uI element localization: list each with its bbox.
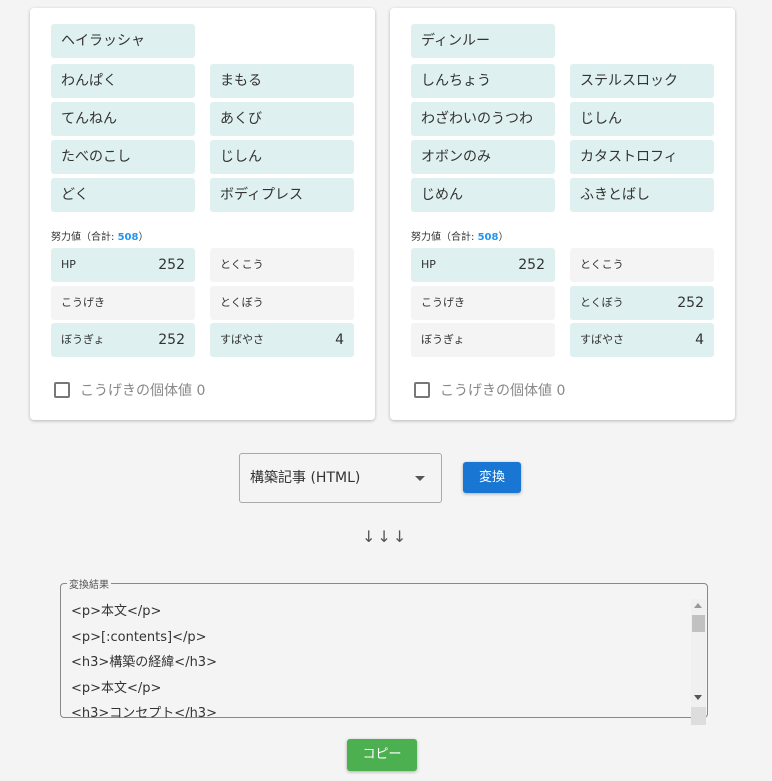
ev-stat-value: 252 xyxy=(677,294,704,311)
pokemon-card: ディンルーしんちょう ステルスロック わざわいのうつわ じしん オボンのみ カタストロフィ… xyxy=(390,8,735,420)
ev-label: 努力値（合計: 508） xyxy=(51,232,149,243)
result-line: <p>[:contents]</p> xyxy=(71,629,207,645)
ev-stat-value: 4 xyxy=(335,332,344,348)
pokemon-name[interactable]: ディンルー xyxy=(411,24,555,58)
ev-stat[interactable]: すばやさ 4 xyxy=(210,323,354,357)
ev-stat-value: 4 xyxy=(695,332,704,348)
checkbox-icon[interactable] xyxy=(54,382,70,398)
move-tile[interactable]: ふきとばし xyxy=(570,178,714,212)
move-or-item-tile[interactable]: あくび xyxy=(210,102,354,136)
ev-total: 508 xyxy=(477,232,499,243)
pokemon-card: ヘイラッシャ わんぱく まもる てんねん あくび たべのこし じしん どく ボディプレス努力値（… xyxy=(30,8,375,420)
scroll-up-icon[interactable] xyxy=(694,603,702,608)
ev-stat[interactable]: ぼうぎょ 252 xyxy=(51,323,195,357)
move-tile[interactable]: ボディプレス xyxy=(210,178,354,212)
ev-stat[interactable]: HP 252 xyxy=(51,248,195,282)
move-or-item-tile[interactable]: しんちょう xyxy=(411,64,555,98)
result-line: <p>本文</p> xyxy=(71,680,162,696)
resize-handle[interactable] xyxy=(691,707,706,725)
format-select[interactable]: 構築記事 (HTML) xyxy=(239,453,442,503)
ev-stat-name: とくぼう xyxy=(580,295,624,309)
copy-button[interactable]: コピー xyxy=(347,739,417,771)
result-textarea[interactable]: 変換結果 <p>本文</p> <p>[:contents]</p> <h3>構築の経… xyxy=(60,576,708,725)
move-or-item-tile[interactable]: まもる xyxy=(210,64,354,98)
move-tile[interactable]: カタストロフィ xyxy=(570,140,714,174)
ev-stat[interactable]: とくこう xyxy=(570,248,714,282)
ev-label: 努力値（合計: 508） xyxy=(411,232,509,243)
ev-stat-name: とくこう xyxy=(580,258,624,271)
move-tile[interactable]: オボンのみ xyxy=(411,140,555,174)
ev-stat[interactable]: とくぼう xyxy=(210,285,354,320)
move-tile[interactable]: じめん xyxy=(411,178,555,212)
move-or-item-tile[interactable]: わんぱく xyxy=(51,64,195,98)
ev-stat[interactable]: とくぼう 252 xyxy=(570,285,714,320)
ev-stat-name: HP xyxy=(421,258,436,271)
ev-stat[interactable]: すばやさ 4 xyxy=(570,323,714,357)
move-or-item-tile[interactable]: てんねん xyxy=(51,102,195,136)
ev-stat[interactable]: こうげき xyxy=(411,285,555,320)
attack-iv-checkbox[interactable]: こうげきの個体値 0 xyxy=(54,380,205,400)
ev-stat-name: ぼうぎょ xyxy=(61,333,105,346)
checkbox-icon[interactable] xyxy=(414,382,430,398)
move-tile[interactable]: じしん xyxy=(210,140,354,174)
scrollbar[interactable] xyxy=(691,599,706,725)
move-or-item-tile[interactable]: わざわいのうつわ xyxy=(411,102,555,136)
ev-stat-name: すばやさ xyxy=(580,333,624,346)
ev-stat-name: こうげき xyxy=(421,295,465,309)
move-or-item-tile[interactable]: じしん xyxy=(570,102,714,136)
move-or-item-tile[interactable]: ステルスロック xyxy=(570,64,714,98)
ev-stat-value: 252 xyxy=(158,332,185,348)
ev-stat[interactable]: とくこう xyxy=(210,248,354,282)
result-line: <h3>コンセプト</h3> xyxy=(71,706,217,721)
result-legend: 変換結果 xyxy=(69,580,109,591)
pokemon-name[interactable]: ヘイラッシャ xyxy=(51,24,195,58)
ev-stat-name: HP xyxy=(61,258,76,271)
ev-stat-value: 252 xyxy=(158,257,185,273)
ev-stat[interactable]: こうげき xyxy=(51,285,195,320)
move-tile[interactable]: どく xyxy=(51,178,195,212)
format-select-value: 構築記事 (HTML) xyxy=(250,470,361,486)
scroll-down-icon[interactable] xyxy=(694,695,702,700)
ev-stat-name: とくこう xyxy=(220,258,264,271)
ev-total: 508 xyxy=(117,232,139,243)
result-line: <p>本文</p> xyxy=(71,604,162,619)
arrows: ↓↓↓ xyxy=(362,527,409,546)
ev-stat-name: すばやさ xyxy=(220,333,264,346)
ev-stat[interactable]: ぼうぎょ xyxy=(411,323,555,357)
chevron-down-icon xyxy=(415,476,425,481)
move-tile[interactable]: たべのこし xyxy=(51,140,195,174)
attack-iv-checkbox[interactable]: こうげきの個体値 0 xyxy=(414,380,565,400)
ev-stat[interactable]: HP 252 xyxy=(411,248,555,282)
ev-stat-name: こうげき xyxy=(61,295,105,309)
result-text[interactable]: <p>本文</p> <p>[:contents]</p> <h3>構築の経緯</h3… xyxy=(71,599,217,727)
ev-stat-name: とくぼう xyxy=(220,295,264,309)
ev-stat-name: ぼうぎょ xyxy=(421,333,465,346)
result-line: <h3>構築の経緯</h3> xyxy=(71,655,217,670)
ev-stat-value: 252 xyxy=(518,257,545,273)
scroll-thumb[interactable] xyxy=(692,615,705,632)
convert-button[interactable]: 変換 xyxy=(463,462,521,493)
